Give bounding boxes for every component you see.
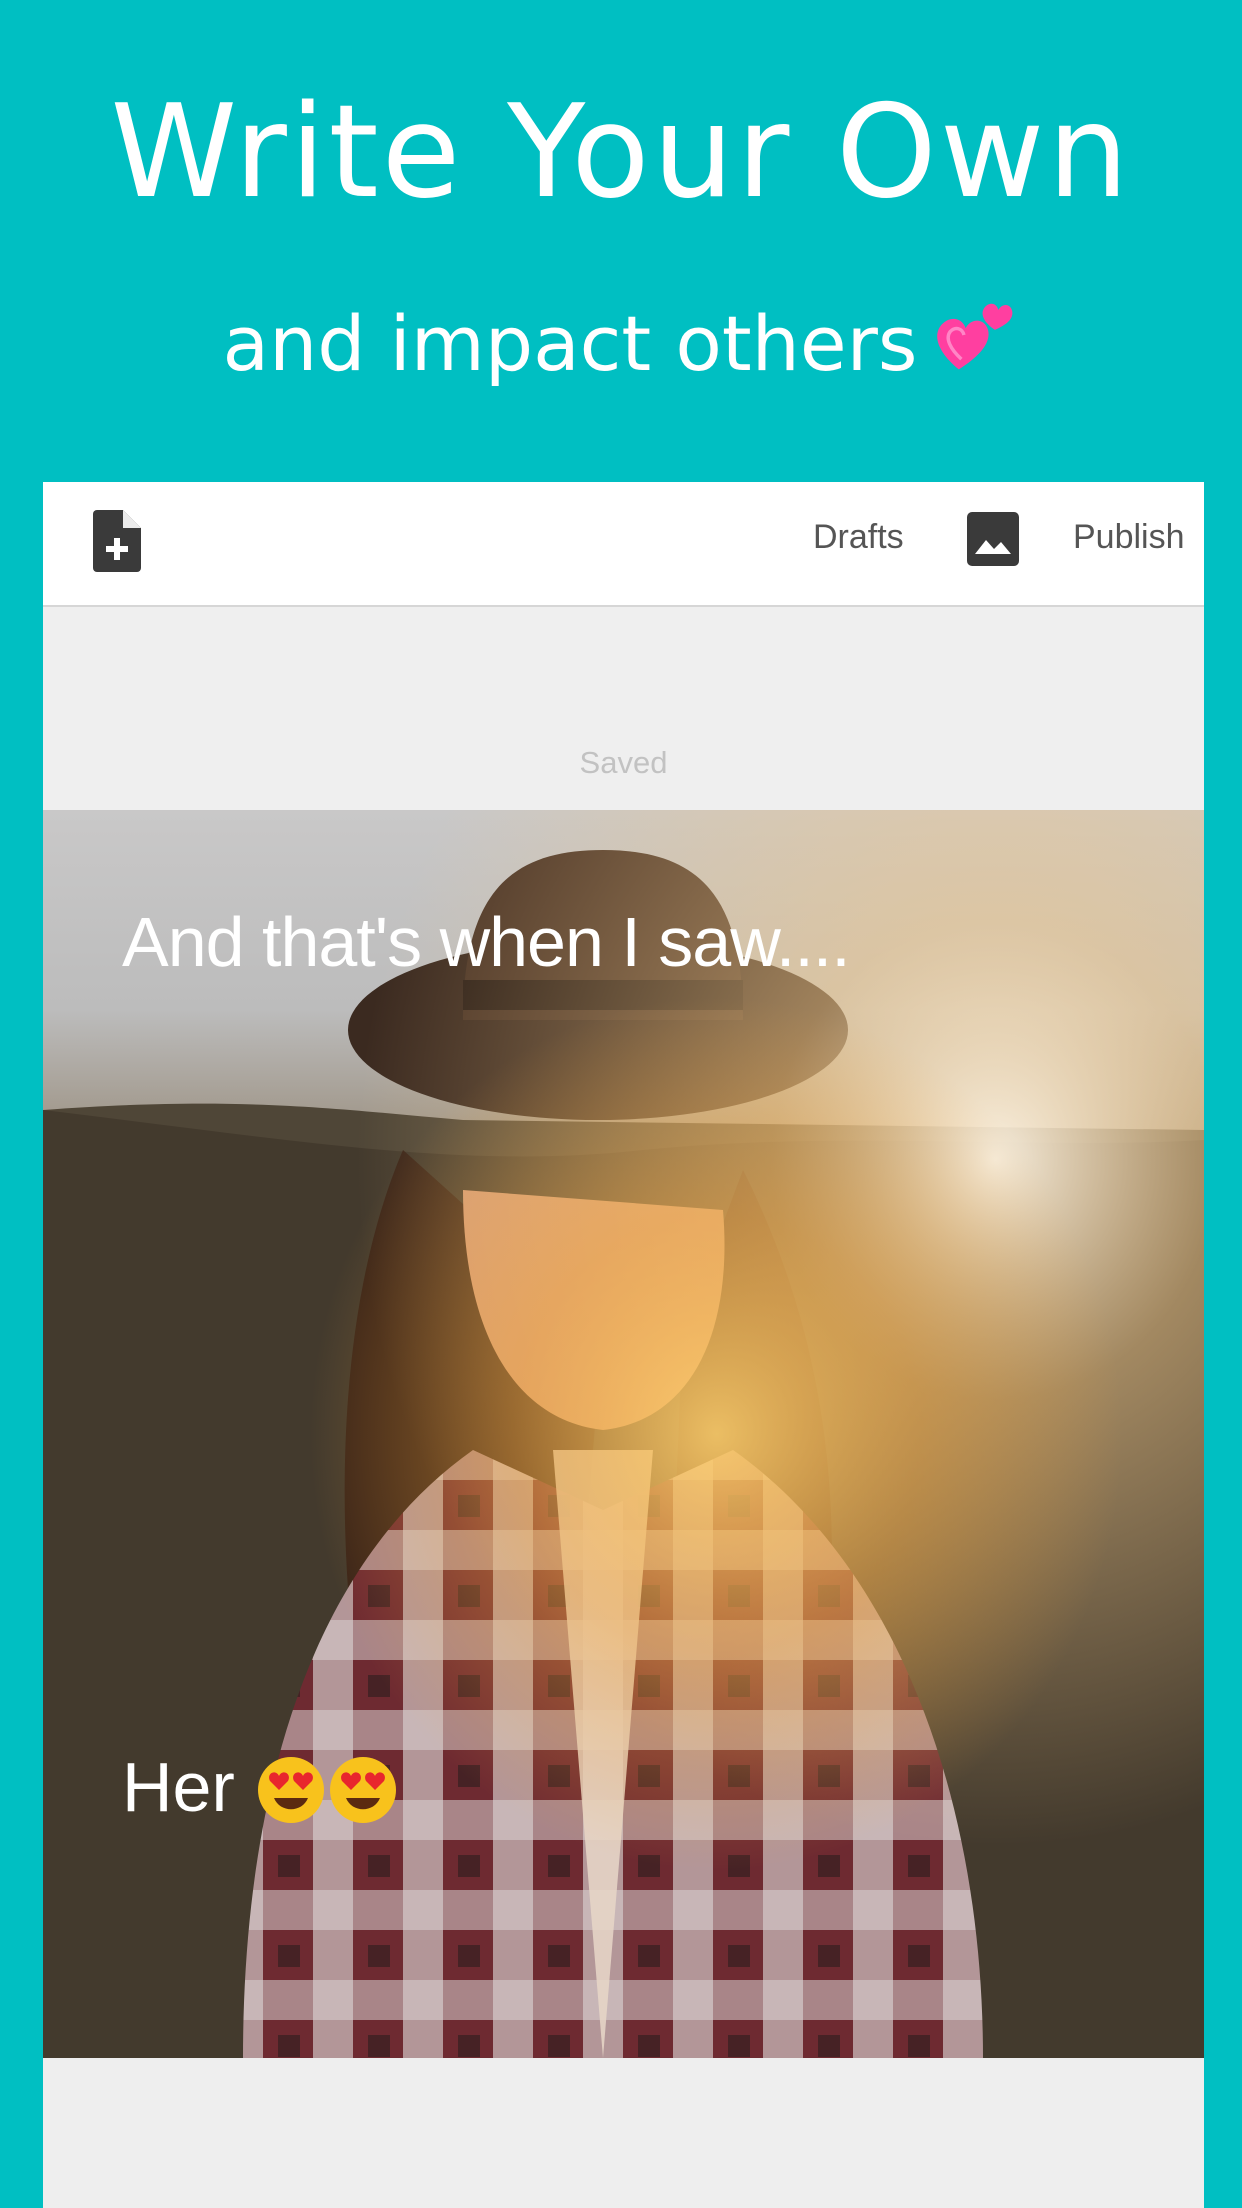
story-card[interactable]: And that's when I saw.... Her: [43, 810, 1204, 2058]
heart-eyes-emoji-icon: [258, 1757, 325, 1823]
promo-subtitle: and impact others: [222, 299, 918, 388]
new-document-icon[interactable]: [93, 510, 141, 572]
publish-button[interactable]: Publish: [1073, 518, 1185, 557]
story-background-photo: [43, 810, 1204, 2058]
story-caption-bottom-text: Her: [122, 1748, 235, 1826]
editor-screen: Drafts Publish Saved And that's when I s…: [43, 482, 1204, 2208]
heart-eyes-emoji-icon: [330, 1757, 397, 1823]
editor-bottom-area[interactable]: [43, 2058, 1204, 2208]
two-hearts-icon: [937, 303, 1013, 370]
promo-title: Write Your Own: [110, 78, 1132, 227]
editor-toolbar: Drafts Publish: [43, 482, 1204, 607]
drafts-button[interactable]: Drafts: [813, 518, 904, 557]
save-status: Saved: [579, 745, 668, 780]
image-icon[interactable]: [967, 512, 1019, 566]
story-caption-top[interactable]: And that's when I saw....: [122, 902, 851, 982]
promo-subtitle-line: and impact others: [0, 292, 1242, 394]
story-caption-bottom[interactable]: Her: [122, 1747, 398, 1827]
